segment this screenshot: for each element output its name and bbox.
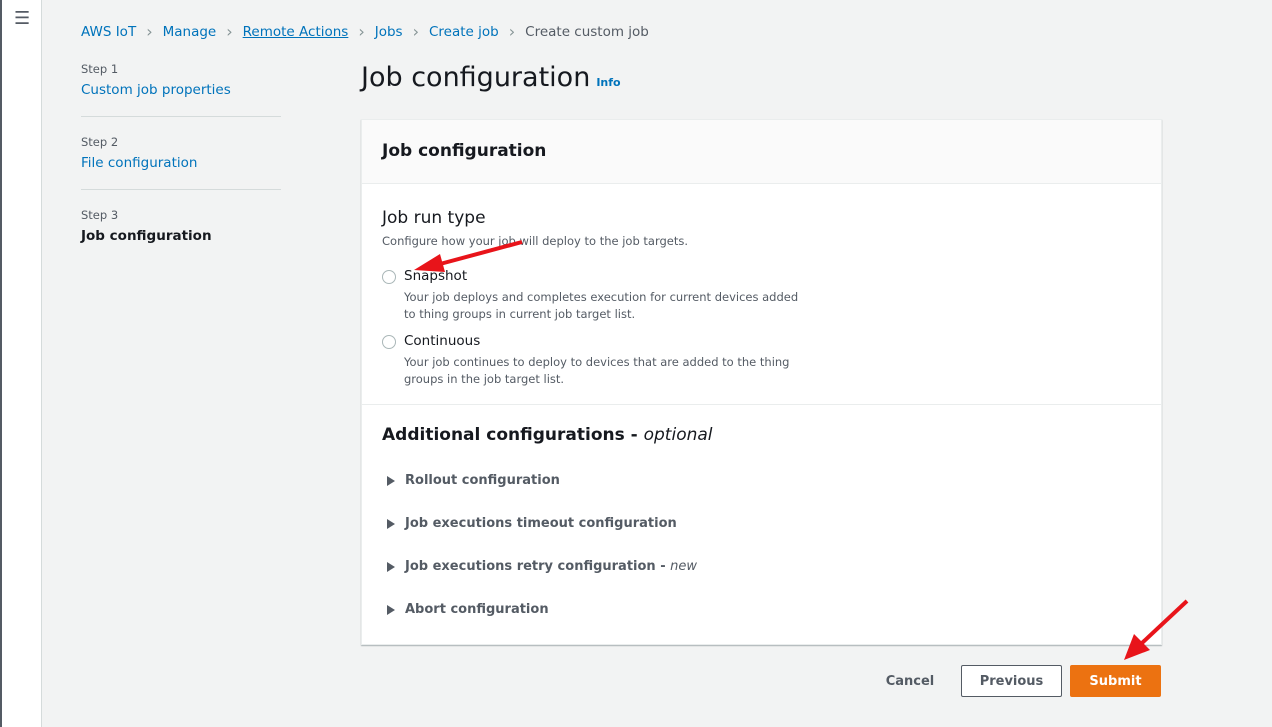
annotation-arrows <box>414 240 1189 660</box>
arrow-to-snapshot <box>414 240 523 272</box>
arrow-to-submit <box>1124 599 1189 660</box>
